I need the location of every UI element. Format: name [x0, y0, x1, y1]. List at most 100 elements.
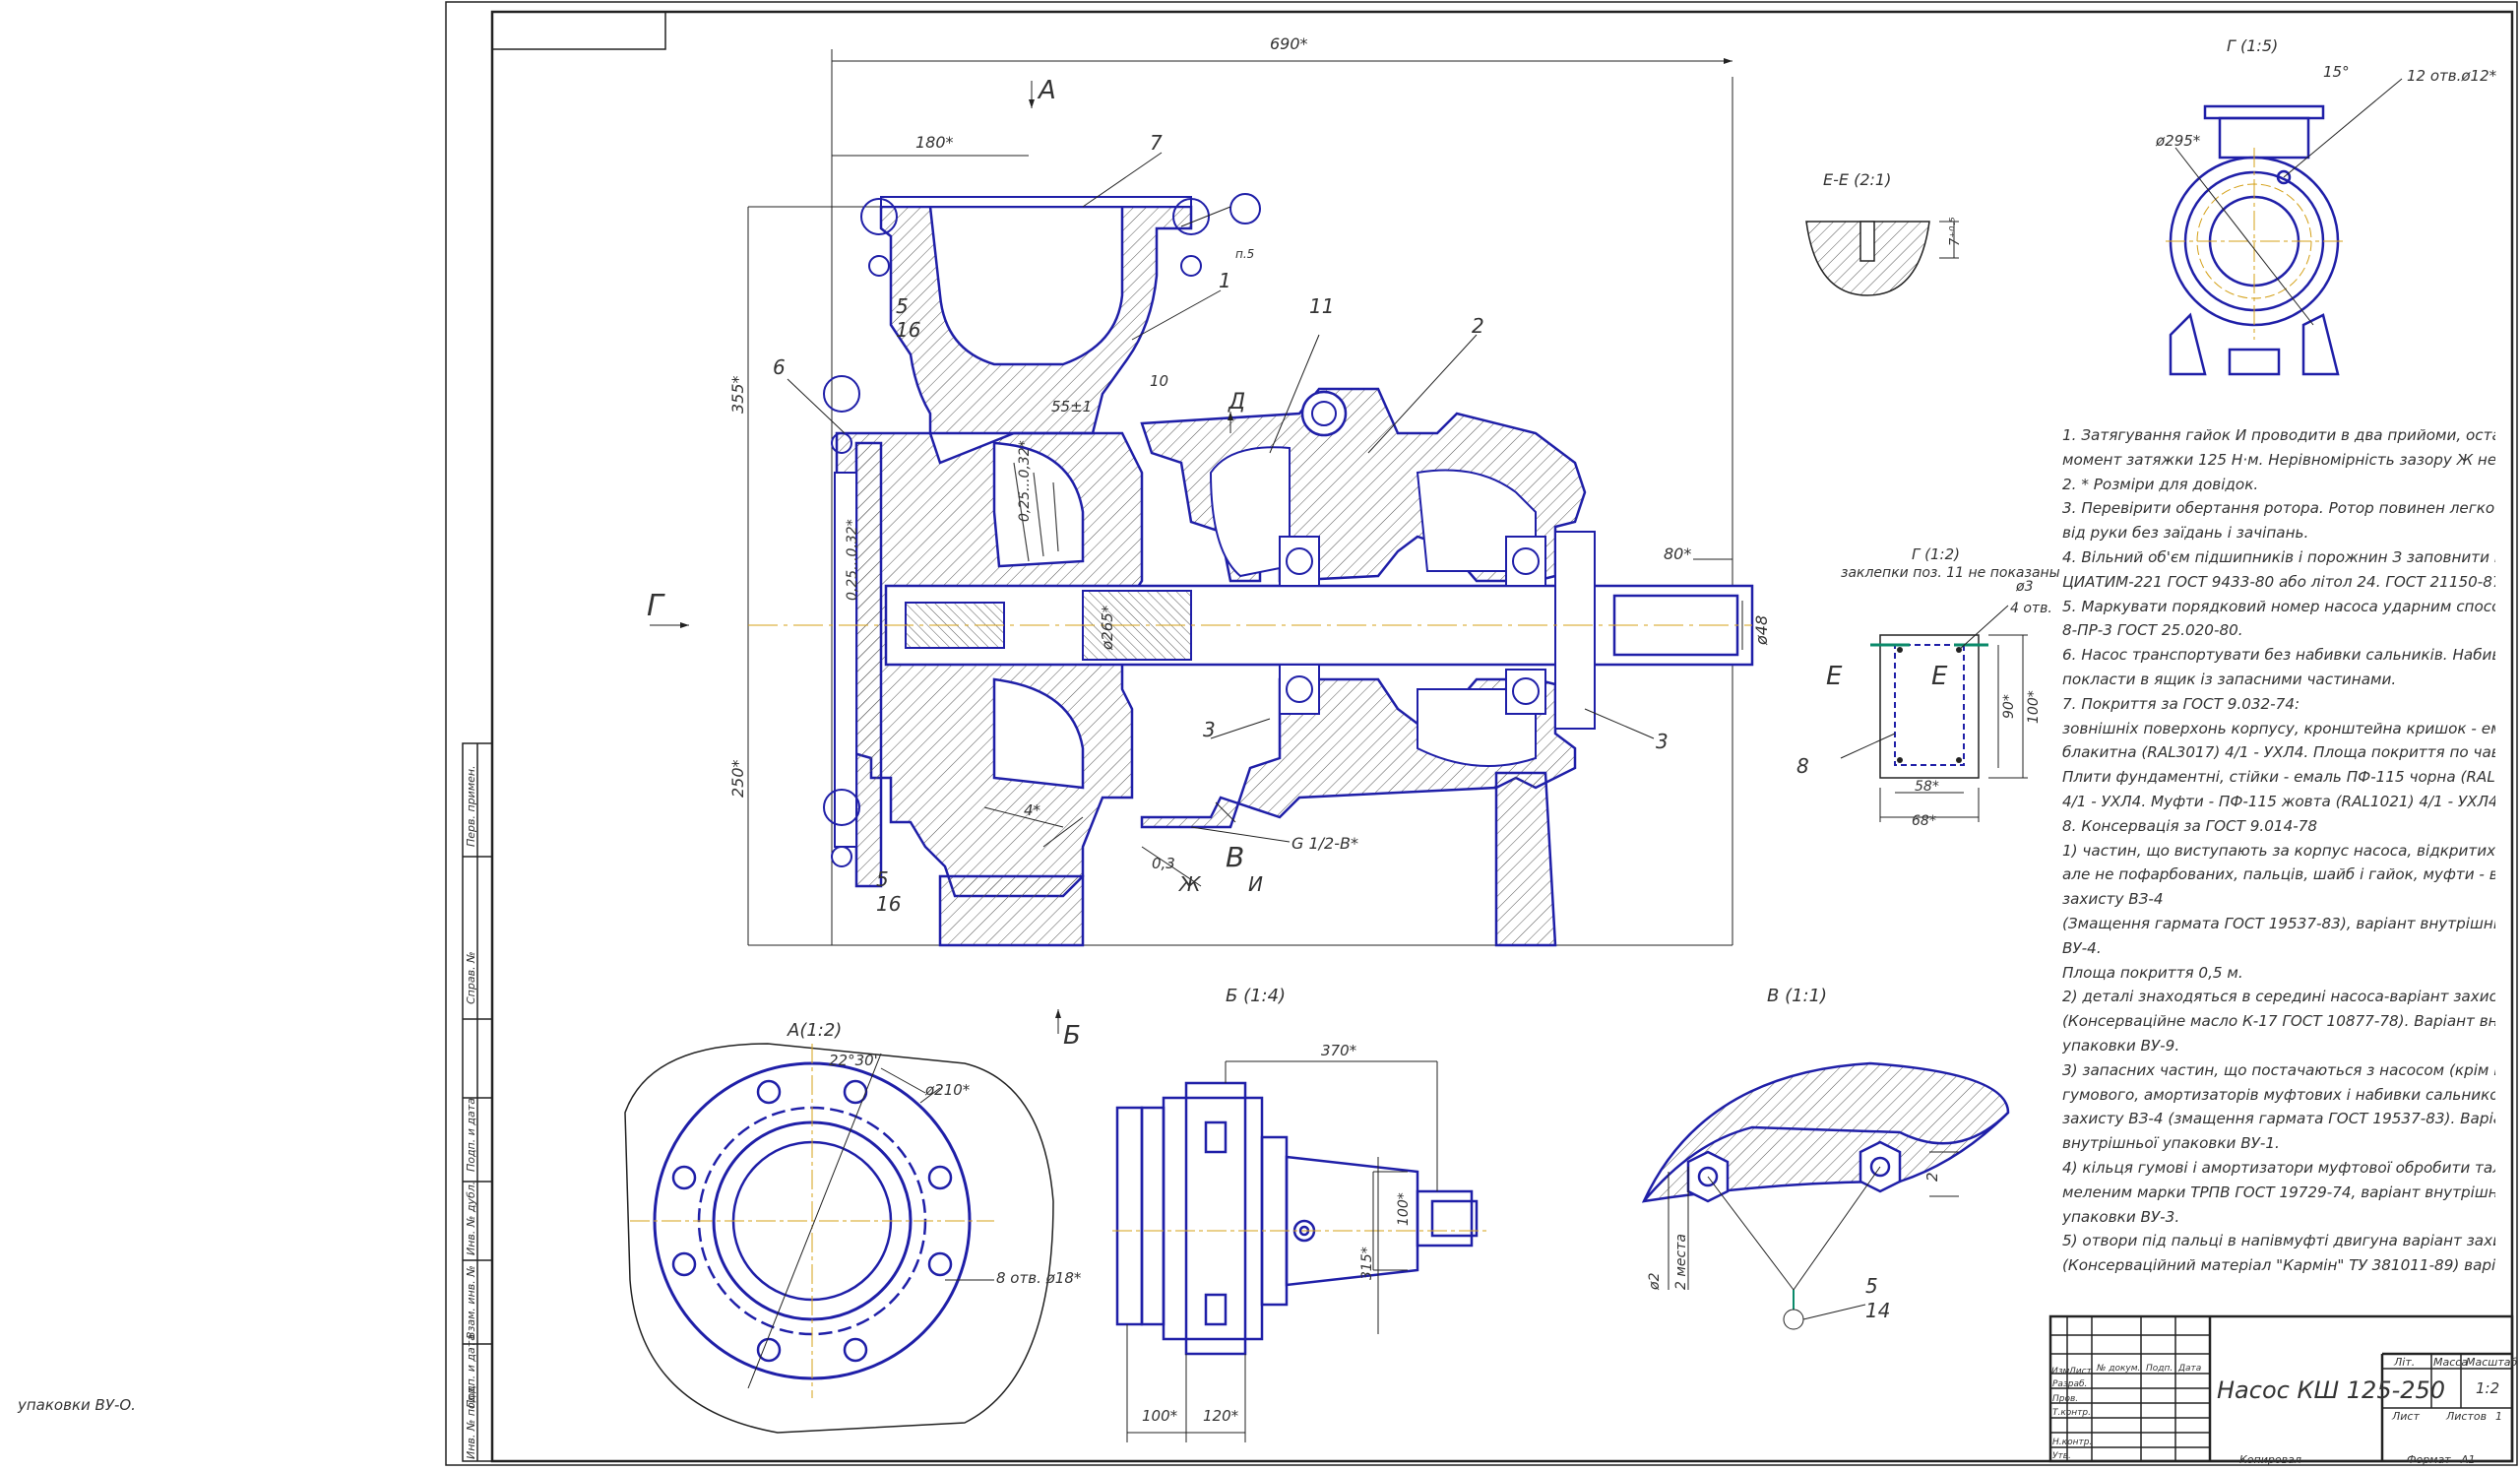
note-line: 6. Насос транспортувати без набивки саль…	[2062, 646, 2495, 665]
stamp-text-1: Перв. примен.	[465, 765, 477, 847]
note-line: упаковки ВУ-9.	[2062, 1036, 2180, 1055]
dim-690: 690*	[1270, 34, 1308, 53]
pos-5a: 5	[896, 294, 909, 318]
a12-d210: ø210*	[924, 1081, 971, 1099]
note-line: (Змащення гармата ГОСТ 19537-83), варіан…	[2062, 914, 2495, 932]
dim-250: 250*	[728, 759, 747, 798]
dim-55: 55±1	[1051, 398, 1092, 416]
pos-16b: 16	[876, 892, 901, 916]
note-line: ВУ-4.	[2062, 938, 2102, 957]
ee-dim: 7⁺⁰·⁵	[1948, 217, 1963, 246]
tb-r-tkontr: Т.контр.	[2052, 1408, 2091, 1418]
dim-025-b: 0,25...0,32*	[1017, 440, 1033, 522]
note-line: (Консерваційний матеріал "Кармін" ТУ 381…	[2062, 1256, 2495, 1275]
view-label-e2: E	[1931, 662, 1948, 691]
g15-view	[2166, 78, 2403, 376]
note-line: 4) кільця гумові і амортизатори муфтової…	[2062, 1158, 2495, 1177]
note-line: Площа покриття 0,5 м.	[2062, 963, 2243, 982]
tb-title: Насос КШ 125-250	[2217, 1376, 2445, 1404]
b14-120: 120*	[1203, 1407, 1239, 1425]
note-line: 8-ПР-3 ГОСТ 25.020-80.	[2062, 621, 2243, 640]
tb-format-value: A1	[2460, 1453, 2476, 1466]
note-line: зовнішніх поверхонь корпусу, кронштейна …	[2062, 719, 2495, 737]
ee-section-view	[1805, 221, 1959, 296]
a12-angle: 22°30'	[829, 1052, 878, 1069]
a12-title: A(1:2)	[787, 1020, 842, 1041]
b14-100v: 100*	[1396, 1192, 1412, 1226]
label-g12-thread: G 1/2-B*	[1292, 834, 1358, 853]
pos-3b: 3	[1656, 730, 1669, 753]
pos-11: 11	[1309, 294, 1334, 318]
note-line: блакитна (RAL3017) 4/1 - УХЛ4. Площа пок…	[2062, 743, 2495, 762]
note-line: упаковки ВУ-3.	[2062, 1207, 2180, 1226]
g15-dim1: 15°	[2323, 63, 2350, 81]
stamp-text-3: Подп. и дата	[465, 1098, 477, 1172]
note-line: 5) отвори під пальці в напівмуфті двигун…	[2062, 1232, 2495, 1250]
note-line: (Консерваційне масло К-17 ГОСТ 10877-78)…	[2062, 1012, 2495, 1031]
note-line: захисту ВЗ-4	[2062, 890, 2164, 909]
g12-title: Г (1:2)	[1912, 545, 1960, 563]
technical-notes: 1. Затягування гайок И проводити в два п…	[2062, 423, 2495, 1278]
tb-col-date: Дата	[2177, 1364, 2201, 1374]
v11-d2: ø2	[1647, 1272, 1663, 1291]
g12-4otv: 4 отв.	[2010, 601, 2052, 616]
note-line: внутрішньої упаковки ВУ-1.	[2062, 1134, 2280, 1153]
dim-d48: ø48	[1752, 615, 1771, 646]
note-line: але не пофарбованих, пальців, шайб і гай…	[2062, 865, 2495, 884]
stamp-text-5: Взам. инв. №	[465, 1265, 477, 1339]
g12-90: 90*	[2001, 694, 2017, 719]
a12-8otv: 8 отв. ø18*	[996, 1269, 1082, 1287]
b14-100: 100*	[1142, 1407, 1178, 1425]
g15-title: Г (1:5)	[2227, 36, 2278, 55]
pos-6: 6	[773, 355, 786, 379]
note-line: 1) частин, що виступають за корпус насос…	[2062, 841, 2495, 860]
note-line: ЦИАТИМ-221 ГОСТ 9433-80 або літол 24. ГО…	[2062, 572, 2495, 591]
note-line: 4. Вільний об'єм підшипників і порожнин …	[2062, 547, 2495, 566]
v11-2: 2	[1923, 1172, 1941, 1182]
view-label-g: Г	[647, 589, 665, 623]
view-label-d: Д	[1228, 390, 1245, 415]
note-line: захисту ВЗ-4 (змащення гармата ГОСТ 1953…	[2062, 1110, 2495, 1128]
note-line: 1. Затягування гайок И проводити в два п…	[2062, 426, 2495, 444]
note-line: 5. Маркувати порядковий номер насоса уда…	[2062, 597, 2495, 615]
dim-d265: ø265*	[1099, 605, 1116, 651]
g15-dim3: ø295*	[2155, 132, 2201, 150]
b14-370: 370*	[1321, 1042, 1357, 1059]
tb-r-nkontr: Н.контр.	[2052, 1438, 2092, 1447]
tb-sheets: Листов	[2445, 1410, 2487, 1423]
note-line: меленим марки ТРПВ ГОСТ 19729-74, варіан…	[2062, 1183, 2495, 1201]
note-line: момент затяжки 125 Н·м. Нерівномірність …	[2062, 450, 2495, 469]
view-label-a: A	[1037, 76, 1056, 105]
pos-n5: п.5	[1235, 247, 1254, 261]
stamp-text-2: Справ. №	[465, 951, 477, 1004]
tb-r-prov: Пров.	[2052, 1394, 2078, 1404]
note-line: 4/1 - УХЛ4. Муфти - ПФ-115 жовта (RAL102…	[2062, 792, 2495, 810]
tb-scale-value: 1:2	[2476, 1379, 2499, 1397]
tb-format: Формат	[2407, 1453, 2451, 1466]
note-line: Плити фундаментні, стійки - емаль ПФ-115…	[2062, 768, 2495, 787]
v11-title: B (1:1)	[1767, 986, 1827, 1006]
pos-2: 2	[1472, 314, 1484, 338]
view-label-e1: E	[1826, 662, 1843, 691]
note-line: 3) запасних частин, що постачаються з на…	[2062, 1060, 2495, 1079]
note-line: 2. * Розміри для довідок.	[2062, 475, 2259, 493]
v11-view	[1641, 1061, 2010, 1330]
b14-view	[1112, 1060, 1486, 1442]
note-line: покласти в ящик із запасними частинами.	[2062, 670, 2397, 688]
note-line: від руки без заїдань і зачіпань.	[2062, 524, 2309, 543]
outside-note: упаковки ВУ-О.	[18, 1396, 136, 1414]
drawing-sheet: 690* 180* 355* 250* 55±1 10 80* ø48 ø265…	[0, 0, 2520, 1467]
pos-5b: 5	[876, 867, 889, 891]
v11-14: 14	[1865, 1299, 1890, 1322]
v11-2m: 2 места	[1673, 1234, 1689, 1290]
dim-4: 4*	[1024, 801, 1041, 819]
view-label-zh: Ж	[1177, 872, 1202, 896]
v11-5: 5	[1865, 1274, 1878, 1298]
b14-title: Б (1:4)	[1226, 986, 1286, 1006]
pos-7: 7	[1150, 131, 1163, 155]
tb-sheet: Лист	[2391, 1410, 2420, 1423]
pos-3a: 3	[1203, 718, 1216, 741]
a12-flange-view	[624, 1043, 1054, 1434]
g12-58: 58*	[1915, 779, 1939, 795]
tb-col-izm: Изм	[2051, 1367, 2070, 1376]
